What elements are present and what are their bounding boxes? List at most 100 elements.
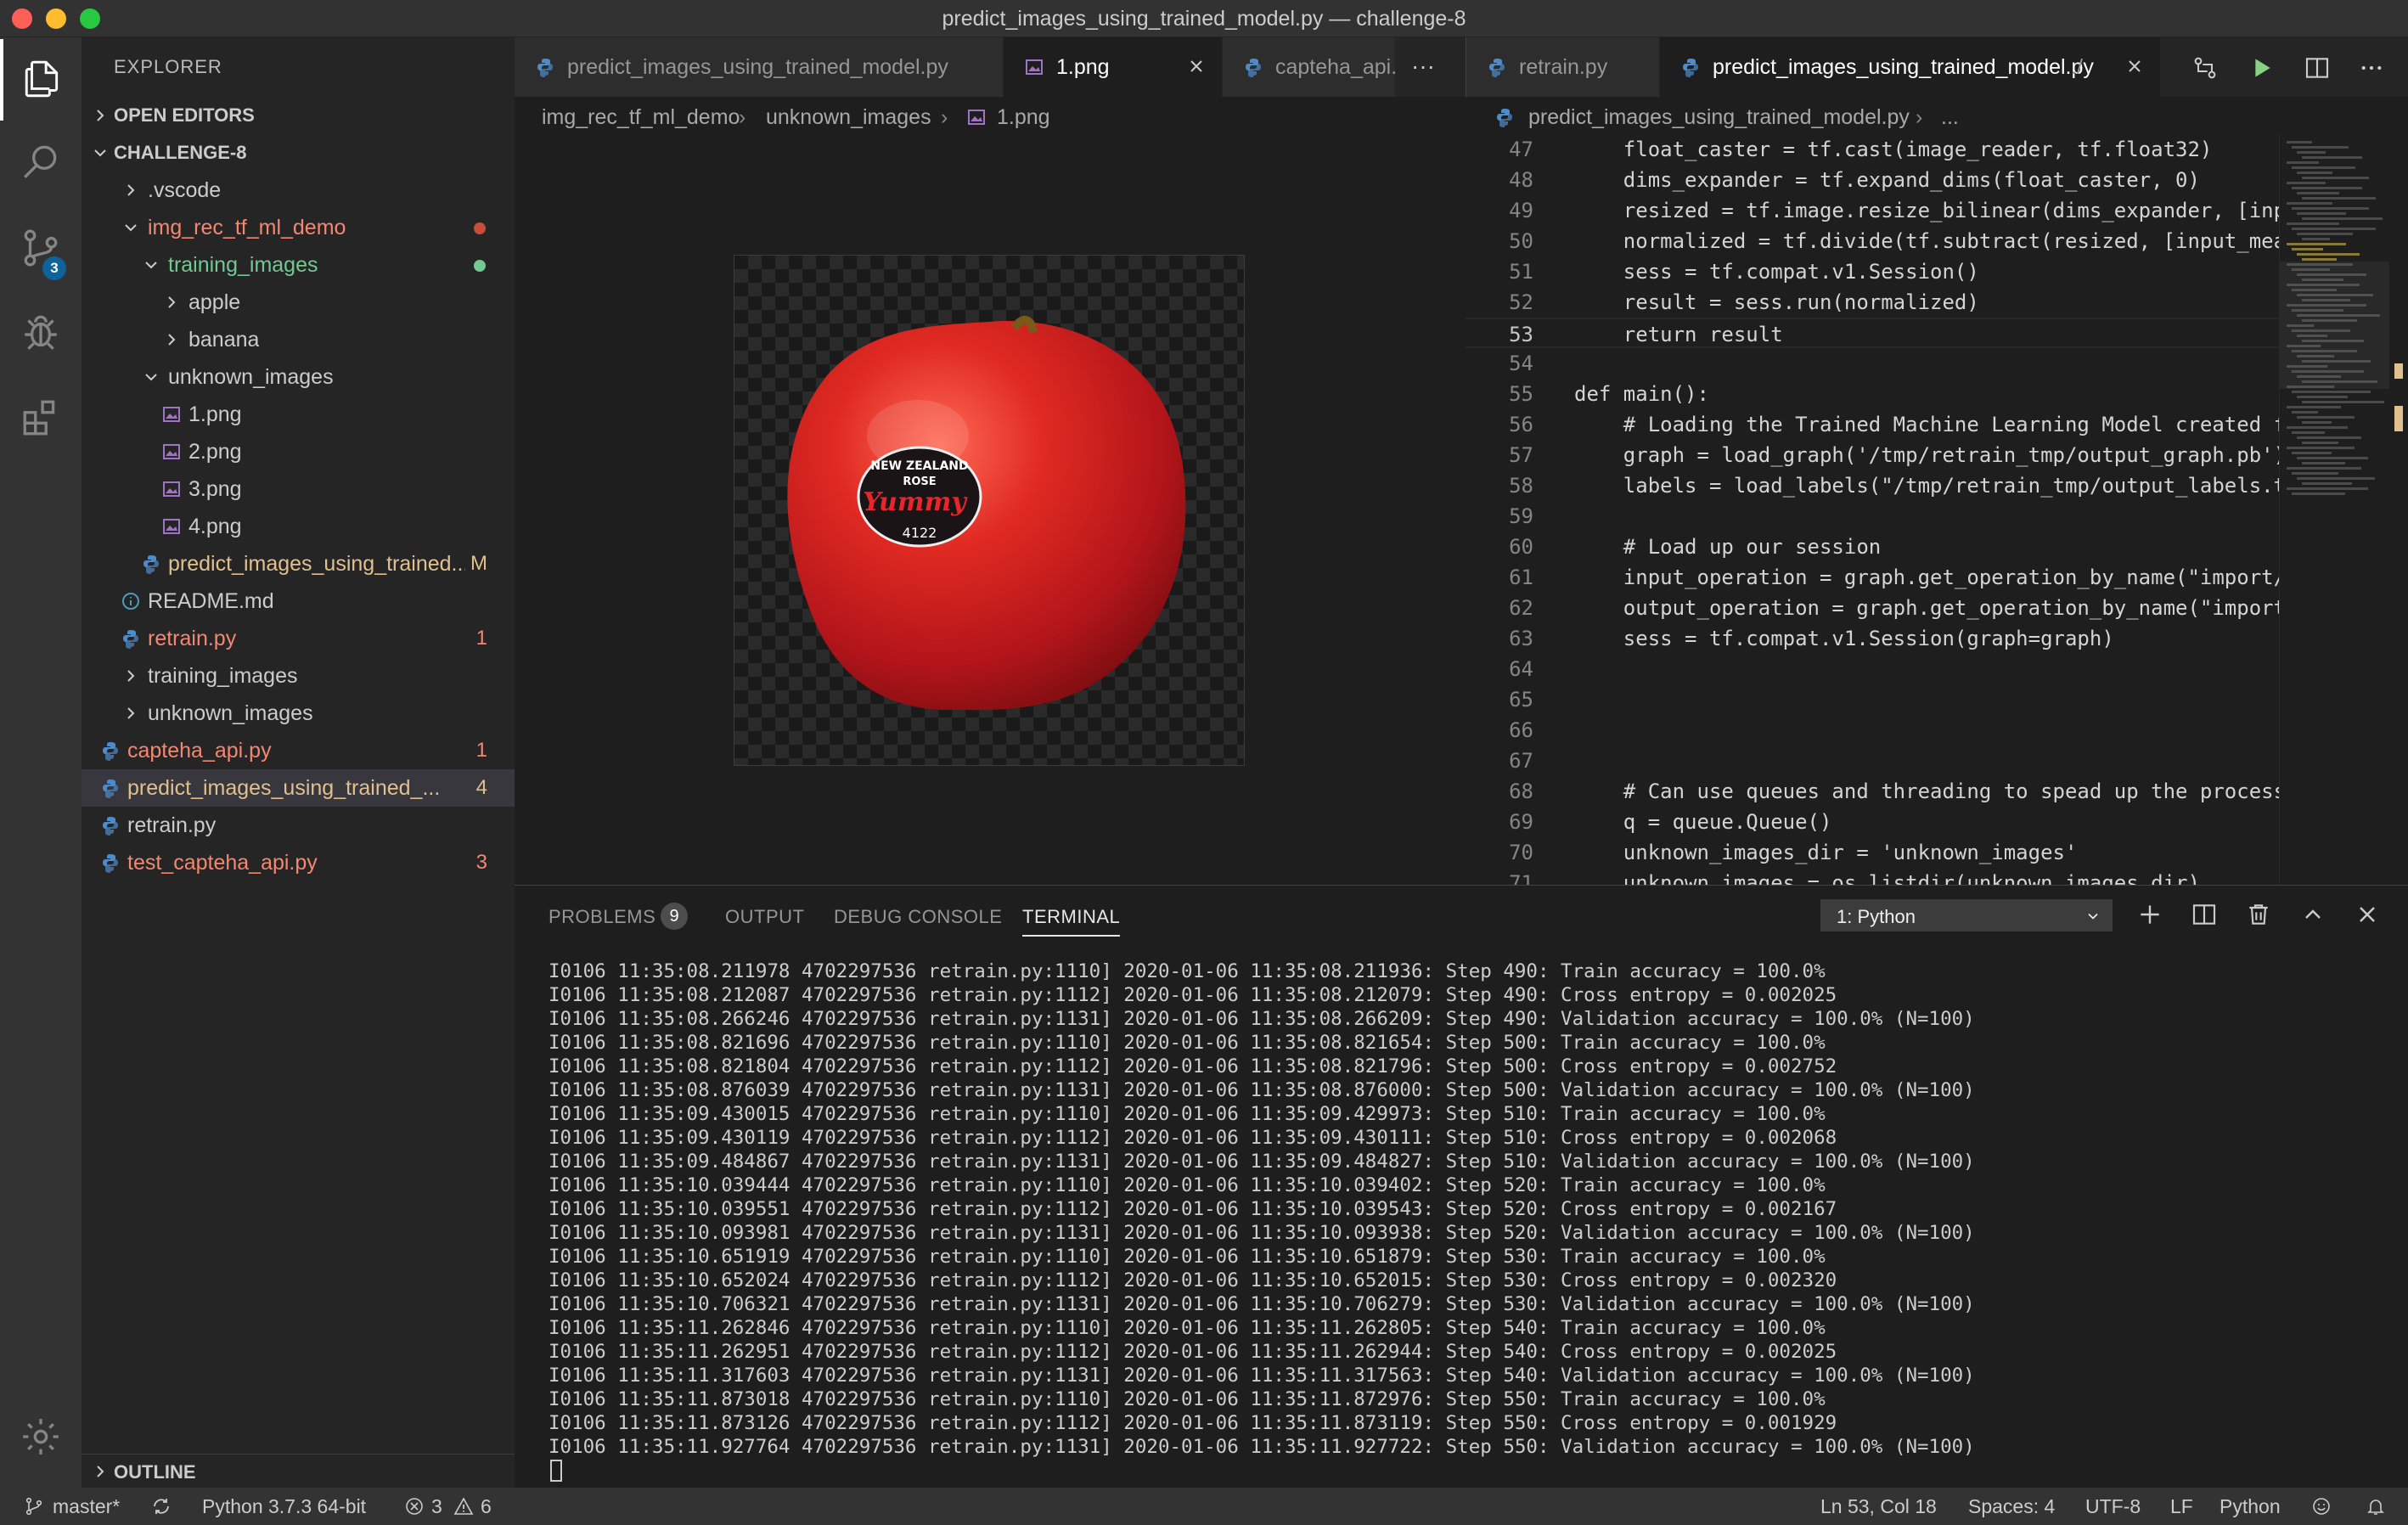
chevron-right-icon: ›: [739, 105, 746, 129]
tree-folder[interactable]: img_rec_tf_ml_demo: [82, 209, 515, 246]
code-line[interactable]: 71 unknown_images = os.listdir(unknown_i…: [1466, 868, 2281, 885]
tree-file[interactable]: capteha_api.py 1: [82, 732, 515, 769]
code-line[interactable]: 70 unknown_images_dir = 'unknown_images': [1466, 837, 2281, 868]
tab-predict-images[interactable]: predict_images_using_trained_model.py: [515, 37, 1004, 97]
tree-folder[interactable]: apple: [82, 284, 515, 321]
workspace-root-section[interactable]: CHALLENGE-8: [82, 134, 515, 172]
more-actions-icon[interactable]: [2358, 54, 2385, 82]
python-interpreter[interactable]: Python 3.7.3 64-bit: [202, 1495, 366, 1518]
tree-folder[interactable]: unknown_images: [82, 358, 515, 396]
code-line[interactable]: 65: [1466, 684, 2281, 715]
tab-predict-images-active[interactable]: predict_images_using_trained_model.py ./: [1660, 37, 2161, 97]
tree-file[interactable]: retrain.py 1: [82, 620, 515, 657]
feedback-smiley-icon[interactable]: [2311, 1496, 2332, 1517]
tab-debug-console[interactable]: DEBUG CONSOLE: [834, 906, 1002, 928]
code-line[interactable]: 53 return result: [1466, 318, 2281, 348]
close-icon[interactable]: [1186, 56, 1207, 76]
tab-1-png[interactable]: 1.png: [1004, 37, 1223, 97]
code-line[interactable]: 55 def main():: [1466, 379, 2281, 409]
tree-file[interactable]: retrain.py: [82, 807, 515, 844]
code-line[interactable]: 57 graph = load_graph('/tmp/retrain_tmp/…: [1466, 440, 2281, 470]
tree-file[interactable]: 4.png: [82, 508, 515, 545]
tree-file[interactable]: test_capteha_api.py 3: [82, 844, 515, 881]
code-line[interactable]: 62 output_operation = graph.get_operatio…: [1466, 593, 2281, 623]
close-icon[interactable]: [2124, 56, 2145, 76]
maximize-panel-icon[interactable]: [2299, 901, 2326, 928]
terminal-selector[interactable]: 1: Python: [1820, 899, 2113, 931]
tree-file[interactable]: 1.png: [82, 396, 515, 433]
trash-icon[interactable]: [2245, 901, 2272, 928]
code-line[interactable]: 51 sess = tf.compat.v1.Session(): [1466, 256, 2281, 287]
tree-file[interactable]: 2.png: [82, 433, 515, 470]
tree-folder[interactable]: .vscode: [82, 172, 515, 209]
code-line[interactable]: 48 dims_expander = tf.expand_dims(float_…: [1466, 165, 2281, 195]
file-encoding[interactable]: UTF-8: [2085, 1495, 2141, 1518]
code-line[interactable]: 59: [1466, 501, 2281, 532]
tree-file[interactable]: predict_images_using_trained_... 4: [82, 769, 515, 807]
explorer-icon[interactable]: [0, 39, 82, 121]
tab-problems[interactable]: PROBLEMS: [549, 906, 655, 928]
debug-icon[interactable]: [0, 292, 82, 374]
code-line[interactable]: 63 sess = tf.compat.v1.Session(graph=gra…: [1466, 623, 2281, 654]
code-line[interactable]: 49 resized = tf.image.resize_bilinear(di…: [1466, 195, 2281, 226]
tree-file[interactable]: predict_images_using_trained... M: [82, 545, 515, 582]
notifications-bell-icon[interactable]: [2366, 1496, 2386, 1517]
code-line[interactable]: 56 # Loading the Trained Machine Learnin…: [1466, 409, 2281, 440]
tree-folder[interactable]: training_images: [82, 657, 515, 695]
code-line[interactable]: 67: [1466, 746, 2281, 776]
extensions-icon[interactable]: [0, 377, 82, 459]
source-control-icon[interactable]: 3: [0, 207, 82, 289]
code-line[interactable]: 58 labels = load_labels("/tmp/retrain_tm…: [1466, 470, 2281, 501]
code-line[interactable]: 66: [1466, 715, 2281, 746]
more-tabs-button[interactable]: ···: [1406, 53, 1440, 82]
indentation[interactable]: Spaces: 4: [1968, 1495, 2055, 1518]
breadcrumb-item[interactable]: 1.png: [997, 105, 1050, 130]
tab-capteha-api[interactable]: capteha_api.py: [1223, 37, 1396, 97]
outline-section[interactable]: OUTLINE: [82, 1454, 515, 1488]
code-editor[interactable]: 47 float_caster = tf.cast(image_reader, …: [1466, 134, 2281, 885]
breadcrumb-item[interactable]: ...: [1941, 105, 1959, 130]
breadcrumb-item[interactable]: predict_images_using_trained_model.py: [1528, 105, 1910, 130]
line-endings[interactable]: LF: [2170, 1495, 2193, 1518]
code-line[interactable]: 50 normalized = tf.divide(tf.subtract(re…: [1466, 226, 2281, 256]
git-branch[interactable]: master*: [53, 1495, 120, 1518]
line-number: 52: [1509, 290, 1533, 314]
language-mode[interactable]: Python: [2220, 1495, 2281, 1518]
compare-changes-icon[interactable]: [2191, 54, 2219, 82]
cursor-position[interactable]: Ln 53, Col 18: [1820, 1495, 1937, 1518]
close-panel-icon[interactable]: [2354, 901, 2381, 928]
editor-scrollbar[interactable]: [2389, 134, 2408, 885]
tree-folder[interactable]: banana: [82, 321, 515, 358]
code-line[interactable]: 68 # Can use queues and threading to spe…: [1466, 776, 2281, 807]
code-line[interactable]: 69 q = queue.Queue(): [1466, 807, 2281, 837]
split-terminal-icon[interactable]: [2191, 901, 2218, 928]
code-text: # Can use queues and threading to spead …: [1574, 779, 2281, 803]
breadcrumb-item[interactable]: unknown_images: [766, 105, 931, 130]
tree-file[interactable]: README.md: [82, 582, 515, 620]
run-icon[interactable]: [2248, 54, 2275, 82]
terminal-output[interactable]: I0106 11:35:08.211978 4702297536 retrain…: [549, 960, 2400, 1482]
code-line[interactable]: 61 input_operation = graph.get_operation…: [1466, 562, 2281, 593]
open-editors-section[interactable]: OPEN EDITORS: [82, 97, 515, 134]
tree-item-label: 1.png: [188, 402, 242, 426]
tree-folder[interactable]: unknown_images: [82, 695, 515, 732]
warning-count[interactable]: 6: [481, 1495, 492, 1518]
new-terminal-icon[interactable]: [2136, 901, 2163, 928]
error-count[interactable]: 3: [431, 1495, 442, 1518]
code-line[interactable]: 52 result = sess.run(normalized): [1466, 287, 2281, 318]
breadcrumb-item[interactable]: img_rec_tf_ml_demo: [542, 105, 740, 130]
split-editor-icon[interactable]: [2304, 54, 2331, 82]
tab-terminal[interactable]: TERMINAL: [1022, 906, 1121, 937]
tree-folder[interactable]: training_images: [82, 246, 515, 284]
settings-gear-icon[interactable]: [0, 1396, 82, 1477]
tree-file[interactable]: 3.png: [82, 470, 515, 508]
code-line[interactable]: 47 float_caster = tf.cast(image_reader, …: [1466, 134, 2281, 165]
code-line[interactable]: 54: [1466, 348, 2281, 379]
code-line[interactable]: 60 # Load up our session: [1466, 532, 2281, 562]
tab-output[interactable]: OUTPUT: [725, 906, 804, 928]
minimap[interactable]: [2279, 134, 2390, 885]
code-line[interactable]: 64: [1466, 654, 2281, 684]
sync-icon[interactable]: [151, 1496, 172, 1517]
tab-retrain[interactable]: retrain.py: [1466, 37, 1660, 97]
search-icon[interactable]: [0, 122, 82, 204]
